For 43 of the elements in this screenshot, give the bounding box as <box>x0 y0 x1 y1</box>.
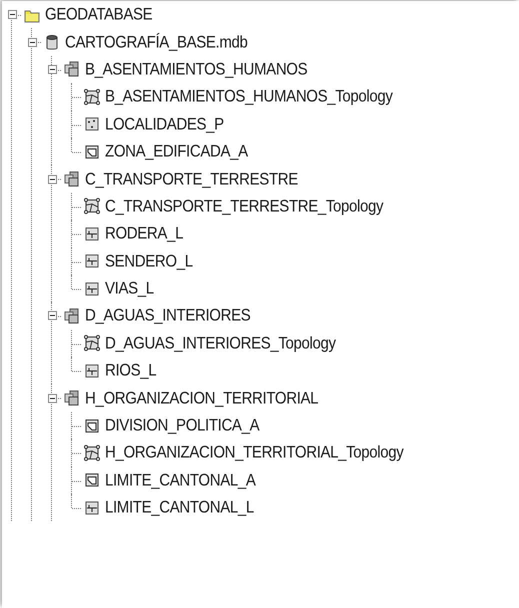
tree-item-label[interactable]: VIAS_L <box>105 279 154 298</box>
tree-item-label[interactable]: LOCALIDADES_P <box>105 114 224 134</box>
tree-item-label[interactable]: C_TRANSPORTE_TERRESTRE_Topology <box>105 196 384 216</box>
topology-icon <box>84 88 100 105</box>
tree-item-label[interactable]: CARTOGRAFÍA_BASE.mdb <box>65 32 248 52</box>
stacked-squares-icon <box>64 171 80 188</box>
stacked-squares-icon <box>64 390 80 406</box>
point-layer-icon <box>84 116 100 132</box>
stacked-squares-icon <box>64 61 80 78</box>
polygon-layer-icon <box>84 418 100 434</box>
line-layer-icon <box>84 226 100 242</box>
expand-toggle[interactable] <box>28 38 36 47</box>
topology-icon <box>84 444 100 461</box>
tree-item-label[interactable]: D_AGUAS_INTERIORES_Topology <box>105 334 336 353</box>
tree-item-label[interactable]: RODERA_L <box>105 224 184 244</box>
tree-item-label[interactable]: B_ASENTAMIENTOS_HUMANOS <box>85 60 308 79</box>
line-layer-icon <box>84 500 100 516</box>
tree-item-label[interactable]: DIVISION_POLITICA_A <box>105 416 260 436</box>
expand-toggle[interactable] <box>48 311 56 320</box>
tree-item-label[interactable]: H_ORGANIZACION_TERRITORIAL <box>85 388 318 408</box>
expand-toggle[interactable] <box>48 64 56 74</box>
tree-item-label[interactable]: H_ORGANIZACION_TERRITORIAL_Topology <box>105 443 404 462</box>
tree-item-label[interactable]: GEODATABASE <box>45 5 152 24</box>
tree-item-label[interactable]: ZONA_EDIFICADA_A <box>105 142 248 162</box>
tree-item-label[interactable]: B_ASENTAMIENTOS_HUMANOS_Topology <box>105 87 393 106</box>
line-layer-icon <box>84 280 100 297</box>
tree-item-label[interactable]: LIMITE_CANTONAL_A <box>105 470 256 490</box>
topology-icon <box>84 335 100 352</box>
polygon-layer-icon <box>84 144 100 160</box>
tree-item-label[interactable]: RIOS_L <box>105 361 156 380</box>
line-layer-icon <box>84 362 100 379</box>
polygon-layer-icon <box>84 472 100 488</box>
topology-icon <box>84 198 100 214</box>
tree-item-label[interactable]: SENDERO_L <box>105 252 193 271</box>
tree-item-label[interactable]: LIMITE_CANTONAL_L <box>105 498 254 518</box>
stacked-squares-icon <box>64 308 80 324</box>
tree-item-label[interactable]: C_TRANSPORTE_TERRESTRE <box>85 170 298 189</box>
expand-toggle[interactable] <box>48 174 56 184</box>
expand-toggle[interactable] <box>8 10 16 20</box>
database-icon <box>44 34 60 50</box>
line-layer-icon <box>84 253 100 270</box>
tree-item-label[interactable]: D_AGUAS_INTERIORES <box>85 306 250 326</box>
expand-toggle[interactable] <box>48 394 56 403</box>
